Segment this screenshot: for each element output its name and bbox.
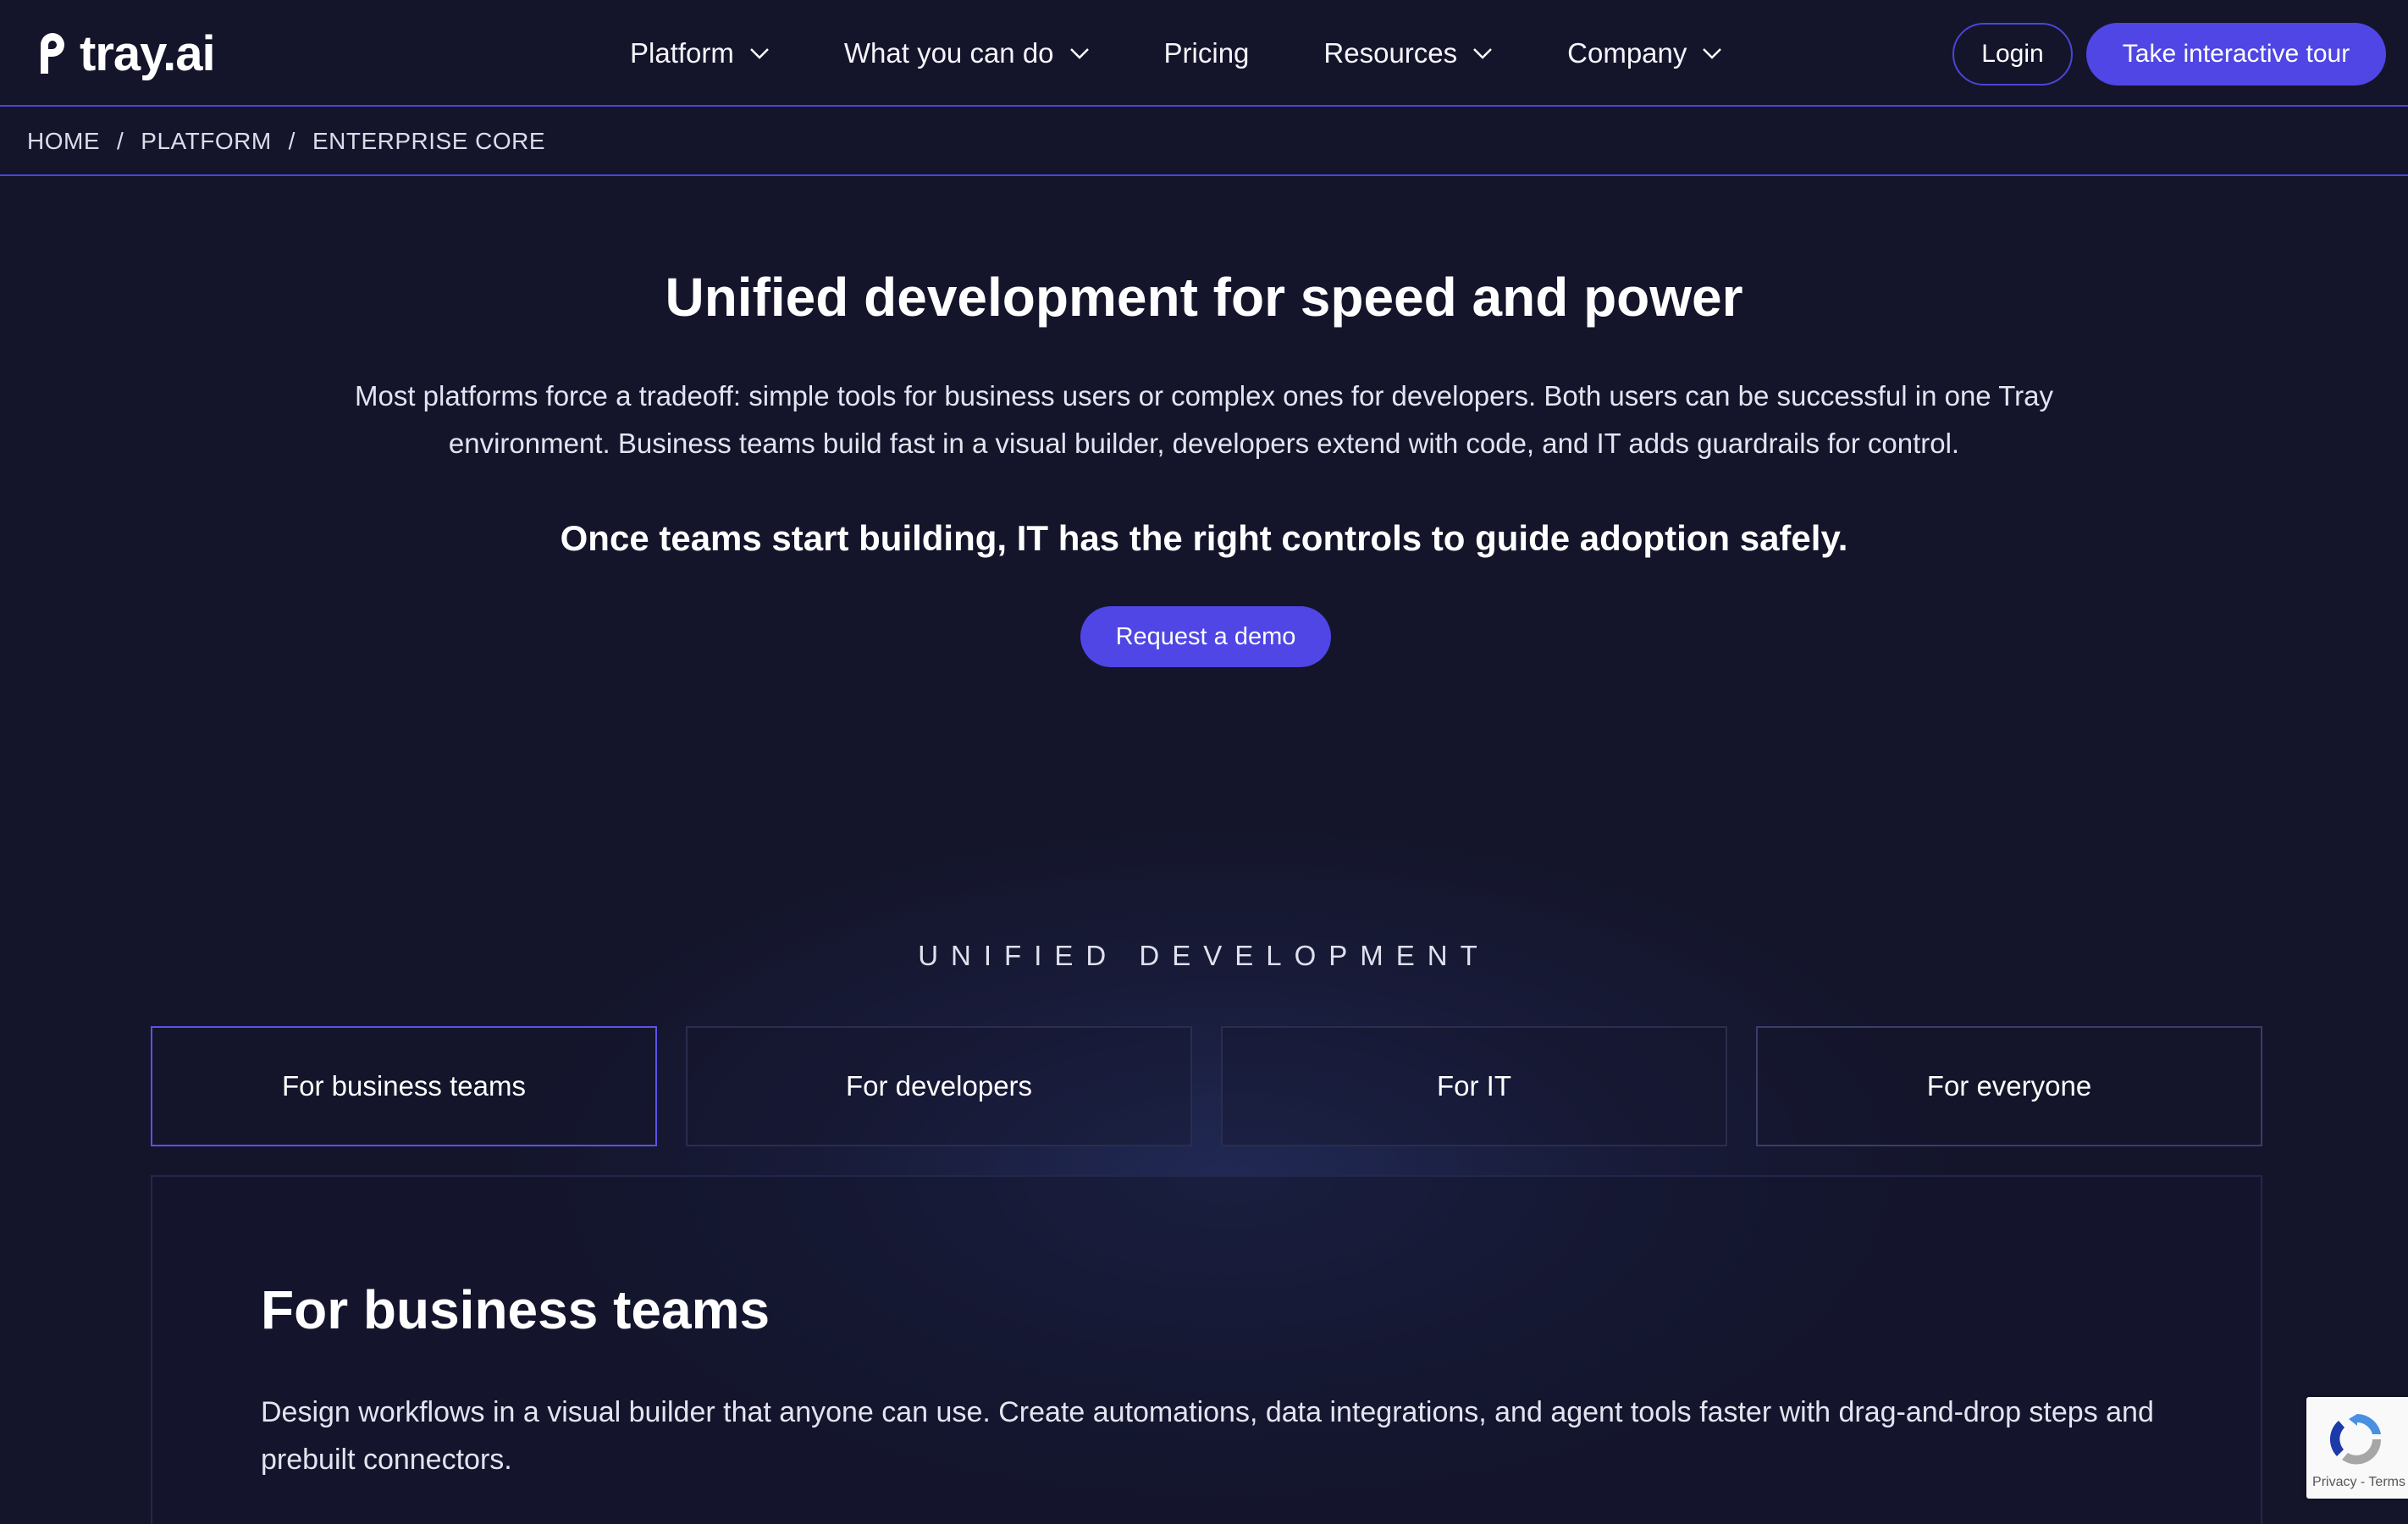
hero-subtitle: Once teams start building, IT has the ri… — [560, 518, 1848, 558]
recaptcha-links[interactable]: Privacy - Terms — [2306, 1475, 2408, 1490]
login-button[interactable]: Login — [1952, 23, 2073, 86]
main-menu: Platform What you can do Pricing Resourc… — [630, 29, 1722, 78]
tray-link-icon — [41, 33, 64, 74]
breadcrumb-separator: / — [288, 128, 295, 154]
nav-item-label: Company — [1567, 37, 1687, 69]
section-eyebrow: UNIFIED DEVELOPMENT — [918, 940, 1490, 971]
nav-item-label: Pricing — [1163, 37, 1250, 69]
audience-tabs: For business teams For developers For IT… — [151, 1026, 2262, 1146]
hero-description: Most platforms force a tradeoff: simple … — [354, 380, 2053, 459]
page-title: Unified development for speed and power — [665, 267, 1743, 328]
nav-item-platform[interactable]: Platform — [630, 37, 770, 69]
brand-name: tray.ai — [80, 25, 216, 81]
top-navigation: tray.ai Platform What you can do Pricing… — [0, 0, 2408, 107]
chevron-down-icon — [1703, 48, 1722, 59]
tab-panel: For business teams Design workflows in a… — [151, 1175, 2262, 1524]
breadcrumb-home[interactable]: HOME — [27, 128, 100, 155]
chevron-down-icon — [1473, 48, 1493, 59]
tab-everyone[interactable]: For everyone — [1756, 1026, 2262, 1146]
panel-title: For business teams — [261, 1279, 770, 1340]
panel-description: Design workflows in a visual builder tha… — [261, 1396, 2154, 1476]
nav-item-pricing[interactable]: Pricing — [1164, 37, 1250, 69]
chevron-down-icon — [1069, 48, 1089, 59]
nav-item-label: Resources — [1323, 37, 1458, 69]
nav-item-label: What you can do — [843, 37, 1054, 69]
breadcrumb-separator: / — [117, 128, 124, 154]
tab-business-teams[interactable]: For business teams — [151, 1026, 657, 1146]
chevron-down-icon — [749, 48, 769, 59]
breadcrumb-current: ENTERPRISE CORE — [312, 128, 546, 154]
brand-logo[interactable]: tray.ai — [27, 24, 216, 83]
take-interactive-tour-button[interactable]: Take interactive tour — [2086, 23, 2386, 86]
breadcrumb-platform[interactable]: PLATFORM — [141, 128, 271, 155]
nav-item-resources[interactable]: Resources — [1323, 37, 1493, 69]
tab-it[interactable]: For IT — [1221, 1026, 1727, 1146]
nav-item-what-you-can-do[interactable]: What you can do — [844, 37, 1090, 69]
nav-item-company[interactable]: Company — [1567, 37, 1722, 69]
recaptcha-badge[interactable]: Privacy - Terms — [2306, 1397, 2408, 1499]
tab-developers[interactable]: For developers — [686, 1026, 1192, 1146]
breadcrumb: HOME / PLATFORM / ENTERPRISE CORE — [0, 108, 2408, 176]
request-demo-button[interactable]: Request a demo — [1080, 606, 1331, 667]
nav-item-label: Platform — [630, 37, 734, 69]
recaptcha-icon — [2329, 1414, 2382, 1465]
